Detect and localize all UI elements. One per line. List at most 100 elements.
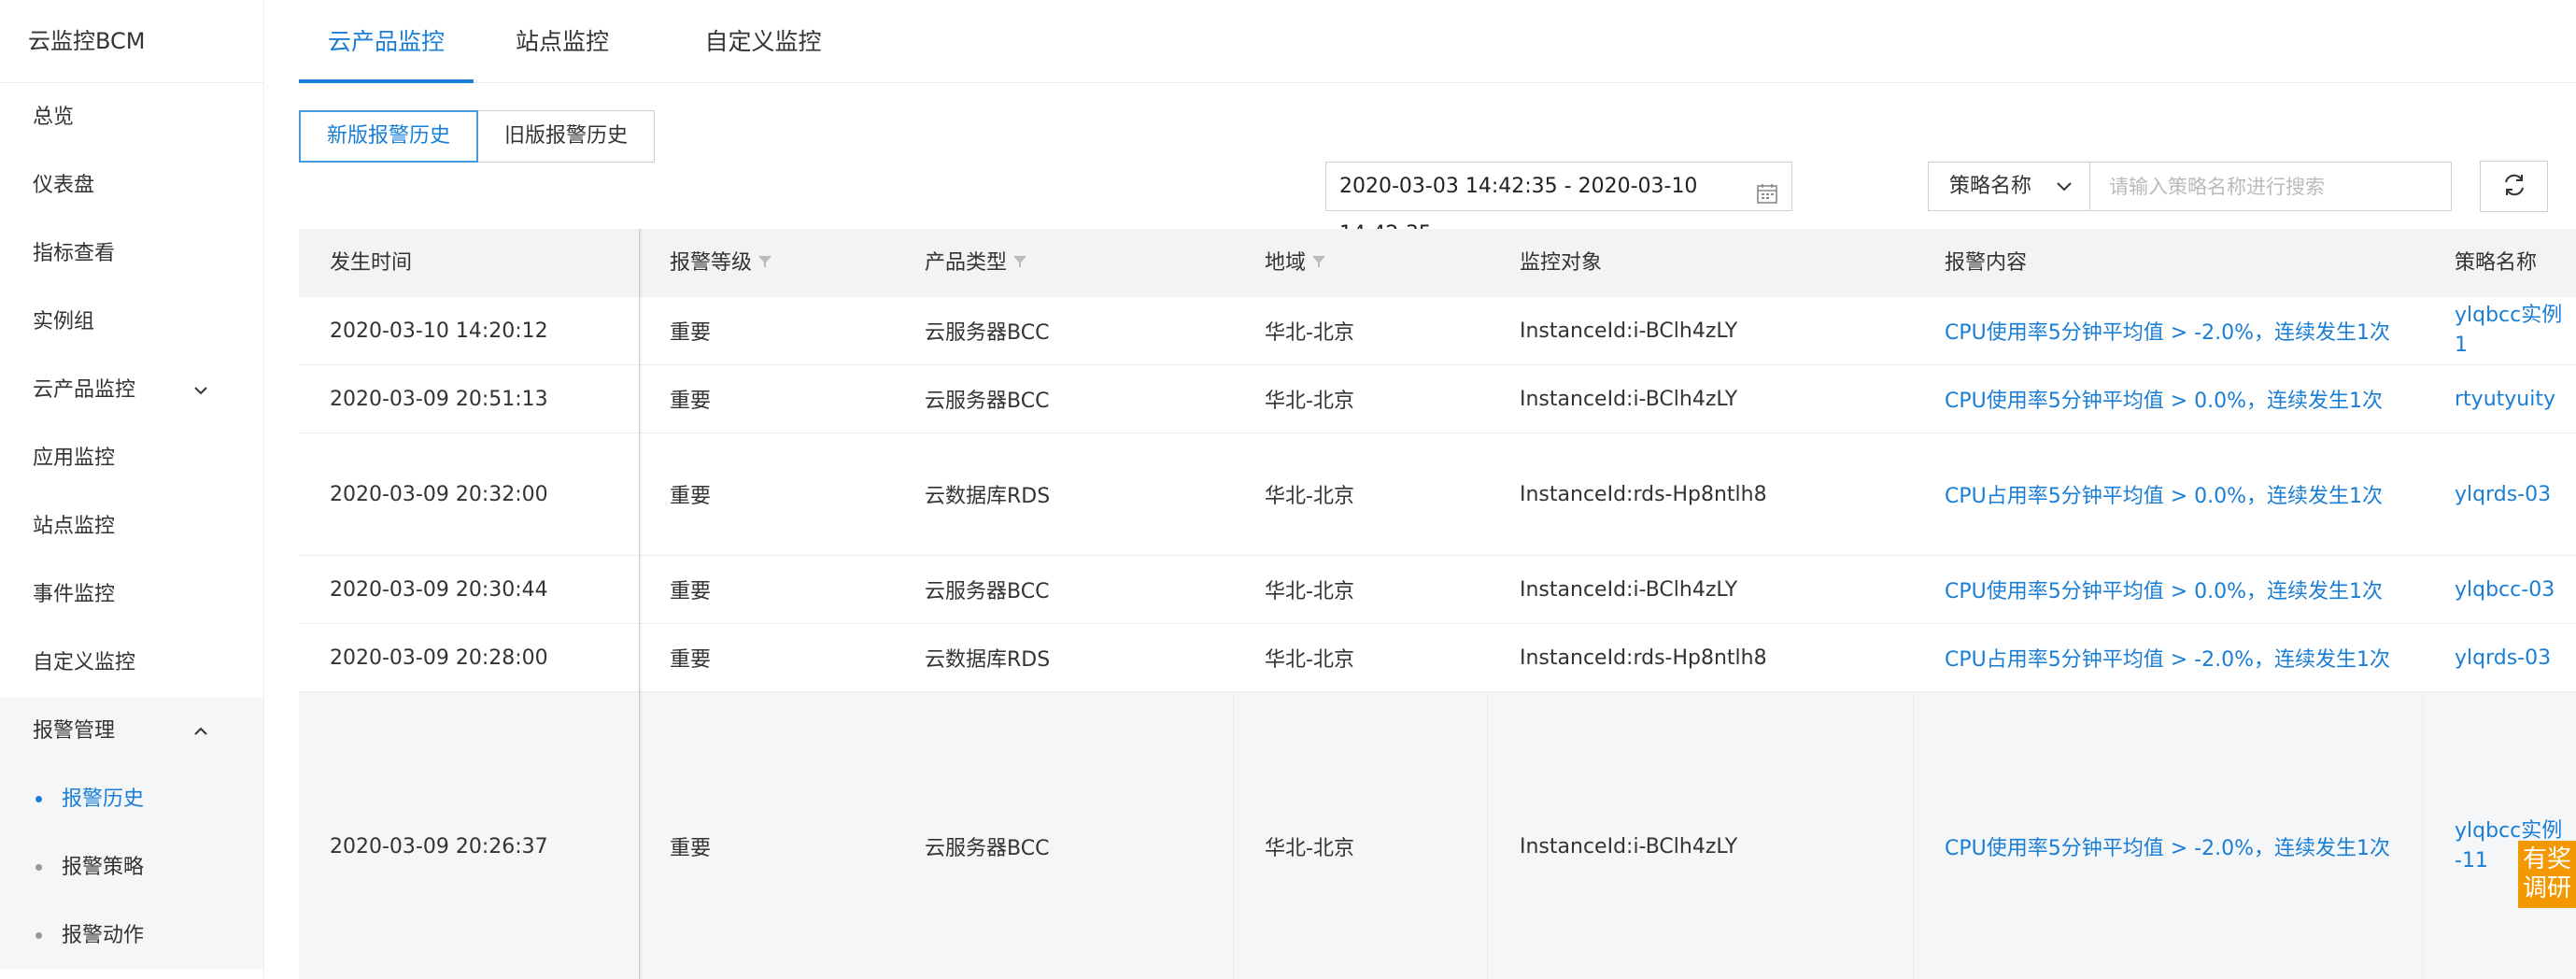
sidebar-item-alarm-action[interactable]: 报警动作 xyxy=(0,901,263,970)
sidebar-item-instance-group[interactable]: 实例组 xyxy=(0,288,263,356)
chevron-up-icon xyxy=(191,697,210,765)
cell-level: 重要 xyxy=(670,580,712,603)
cell-content-link[interactable]: CPU占用率5分钟平均值 > 0.0%，连续发生1次 xyxy=(1945,433,2383,555)
filter-icon[interactable] xyxy=(1012,229,1027,296)
cell-region: 华北-北京 xyxy=(1265,648,1354,672)
sidebar: 云监控BCM 总览 仪表盘 指标查看 实例组 云产品监控 应用监控 站点监控 事… xyxy=(0,0,264,979)
cell-content-link[interactable]: CPU使用率5分钟平均值 > -2.0%，连续发生1次 xyxy=(1945,297,2390,364)
column-header-content: 报警内容 xyxy=(1945,251,2028,275)
cell-policy-link[interactable]: ylqbcc-03 xyxy=(2455,556,2555,623)
sidebar-item-label: 报警管理 xyxy=(33,719,116,743)
cell-product: 云数据库RDS xyxy=(925,485,1051,508)
search-field-select[interactable]: 策略名称 xyxy=(1929,163,2090,210)
cell-time: 2020-03-09 20:30:44 xyxy=(330,577,548,602)
cell-level: 重要 xyxy=(670,321,712,345)
survey-badge[interactable]: 有奖 调研 xyxy=(2518,841,2576,908)
column-header-label: 产品类型 xyxy=(925,251,1008,275)
column-divider xyxy=(1233,692,1234,979)
version-toggle: 新版报警历史 旧版报警历史 xyxy=(299,110,656,163)
column-header-level[interactable]: 报警等级 xyxy=(670,229,772,297)
cell-level: 重要 xyxy=(670,485,712,508)
column-header-label: 报警等级 xyxy=(670,251,753,275)
main-content: 云产品监控 站点监控 自定义监控 新版报警历史 旧版报警历史 2020-03-0… xyxy=(264,0,2576,979)
sidebar-item-custom-monitoring[interactable]: 自定义监控 xyxy=(0,629,263,697)
cell-policy-link[interactable]: rtyutyuity xyxy=(2455,365,2555,433)
cell-policy-link[interactable]: ylqbcc实例 -11 xyxy=(2455,692,2562,979)
cell-policy-link[interactable]: ylqrds-03 xyxy=(2455,624,2551,691)
column-header-region[interactable]: 地域 xyxy=(1265,229,1326,297)
sidebar-item-label: 总览 xyxy=(33,106,75,129)
cell-product: 云服务器BCC xyxy=(925,321,1050,345)
column-header-object: 监控对象 xyxy=(1520,251,1603,275)
tab-site[interactable]: 站点监控 xyxy=(516,0,609,83)
sidebar-item-label: 事件监控 xyxy=(33,583,116,606)
tab-custom[interactable]: 自定义监控 xyxy=(703,0,823,83)
cell-product: 云服务器BCC xyxy=(925,580,1050,603)
old-alarm-history-button[interactable]: 旧版报警历史 xyxy=(478,110,656,163)
bullet-icon xyxy=(35,796,42,802)
sidebar-item-label: 仪表盘 xyxy=(33,174,95,197)
filter-icon[interactable] xyxy=(1311,229,1326,296)
sidebar-item-label: 自定义监控 xyxy=(33,651,136,674)
filter-icon[interactable] xyxy=(757,229,772,296)
cell-level: 重要 xyxy=(670,390,712,413)
search-field-value: 策略名称 xyxy=(1949,175,2032,198)
bullet-icon xyxy=(35,932,42,939)
sidebar-item-cloud-product-monitoring[interactable]: 云产品监控 xyxy=(0,356,263,424)
cell-region: 华北-北京 xyxy=(1265,485,1354,508)
column-header-label: 地域 xyxy=(1265,251,1307,275)
tab-bar: 云产品监控 站点监控 自定义监控 xyxy=(299,0,2576,83)
column-header-product[interactable]: 产品类型 xyxy=(925,229,1027,297)
cell-time: 2020-03-09 20:32:00 xyxy=(330,482,548,506)
sidebar-item-alarm-management[interactable]: 报警管理 xyxy=(0,697,263,765)
bullet-icon xyxy=(35,864,42,871)
cell-content-link[interactable]: CPU使用率5分钟平均值 > 0.0%，连续发生1次 xyxy=(1945,365,2383,433)
sidebar-item-metrics[interactable]: 指标查看 xyxy=(0,220,263,288)
cell-object: InstanceId:i-BClh4zLY xyxy=(1520,387,1738,411)
new-alarm-history-button[interactable]: 新版报警历史 xyxy=(299,110,479,163)
cell-time: 2020-03-09 20:28:00 xyxy=(330,646,548,670)
column-divider xyxy=(1913,692,1914,979)
date-range-picker[interactable]: 2020-03-03 14:42:35 - 2020-03-10 14:42:3… xyxy=(1325,162,1792,246)
sidebar-item-label: 云产品监控 xyxy=(33,378,136,402)
cell-content-link[interactable]: CPU使用率5分钟平均值 > -2.0%，连续发生1次 xyxy=(1945,692,2390,979)
tab-cloud-product[interactable]: 云产品监控 xyxy=(299,0,474,83)
sidebar-item-site-monitoring[interactable]: 站点监控 xyxy=(0,492,263,560)
cell-policy-link[interactable]: ylqrds-03 xyxy=(2455,433,2551,555)
column-divider xyxy=(2422,692,2423,979)
sidebar-item-label: 报警历史 xyxy=(62,787,145,811)
cell-product: 云数据库RDS xyxy=(925,648,1051,672)
sidebar-item-label: 实例组 xyxy=(33,310,95,333)
cell-time: 2020-03-10 14:20:12 xyxy=(330,319,548,343)
sidebar-item-dashboard[interactable]: 仪表盘 xyxy=(0,151,263,220)
sidebar-item-overview[interactable]: 总览 xyxy=(0,83,263,151)
chevron-down-icon xyxy=(191,356,210,424)
chevron-down-icon xyxy=(2056,163,2073,210)
refresh-icon xyxy=(2501,172,2527,202)
app-title: 云监控BCM xyxy=(0,0,263,83)
sidebar-item-event-monitoring[interactable]: 事件监控 xyxy=(0,560,263,629)
cell-region: 华北-北京 xyxy=(1265,390,1354,413)
cell-region: 华北-北京 xyxy=(1265,580,1354,603)
cell-object: InstanceId:i-BClh4zLY xyxy=(1520,834,1738,858)
column-header-time[interactable]: 发生时间 xyxy=(330,229,412,297)
refresh-button[interactable] xyxy=(2480,161,2548,212)
sidebar-item-alarm-history[interactable]: 报警历史 xyxy=(0,765,263,833)
cell-product: 云服务器BCC xyxy=(925,390,1050,413)
cell-region: 华北-北京 xyxy=(1265,837,1354,860)
cell-time: 2020-03-09 20:26:37 xyxy=(330,834,548,858)
search-input[interactable] xyxy=(2090,163,2451,210)
cell-object: InstanceId:i-BClh4zLY xyxy=(1520,577,1738,602)
column-header-policy: 策略名称 xyxy=(2455,251,2538,275)
sidebar-item-alarm-policy[interactable]: 报警策略 xyxy=(0,833,263,901)
cell-time: 2020-03-09 20:51:13 xyxy=(330,387,548,411)
cell-content-link[interactable]: CPU占用率5分钟平均值 > -2.0%，连续发生1次 xyxy=(1945,624,2390,691)
sidebar-item-app-monitoring[interactable]: 应用监控 xyxy=(0,424,263,492)
cell-policy-link[interactable]: ylqbcc实例 1 xyxy=(2455,297,2562,364)
cell-level: 重要 xyxy=(670,837,712,860)
alarm-management-group: 报警管理 报警历史 报警策略 报警动作 xyxy=(0,697,263,970)
column-divider xyxy=(1487,692,1488,979)
cell-product: 云服务器BCC xyxy=(925,837,1050,860)
cell-content-link[interactable]: CPU使用率5分钟平均值 > 0.0%，连续发生1次 xyxy=(1945,556,2383,623)
sidebar-item-label: 应用监控 xyxy=(33,447,116,470)
